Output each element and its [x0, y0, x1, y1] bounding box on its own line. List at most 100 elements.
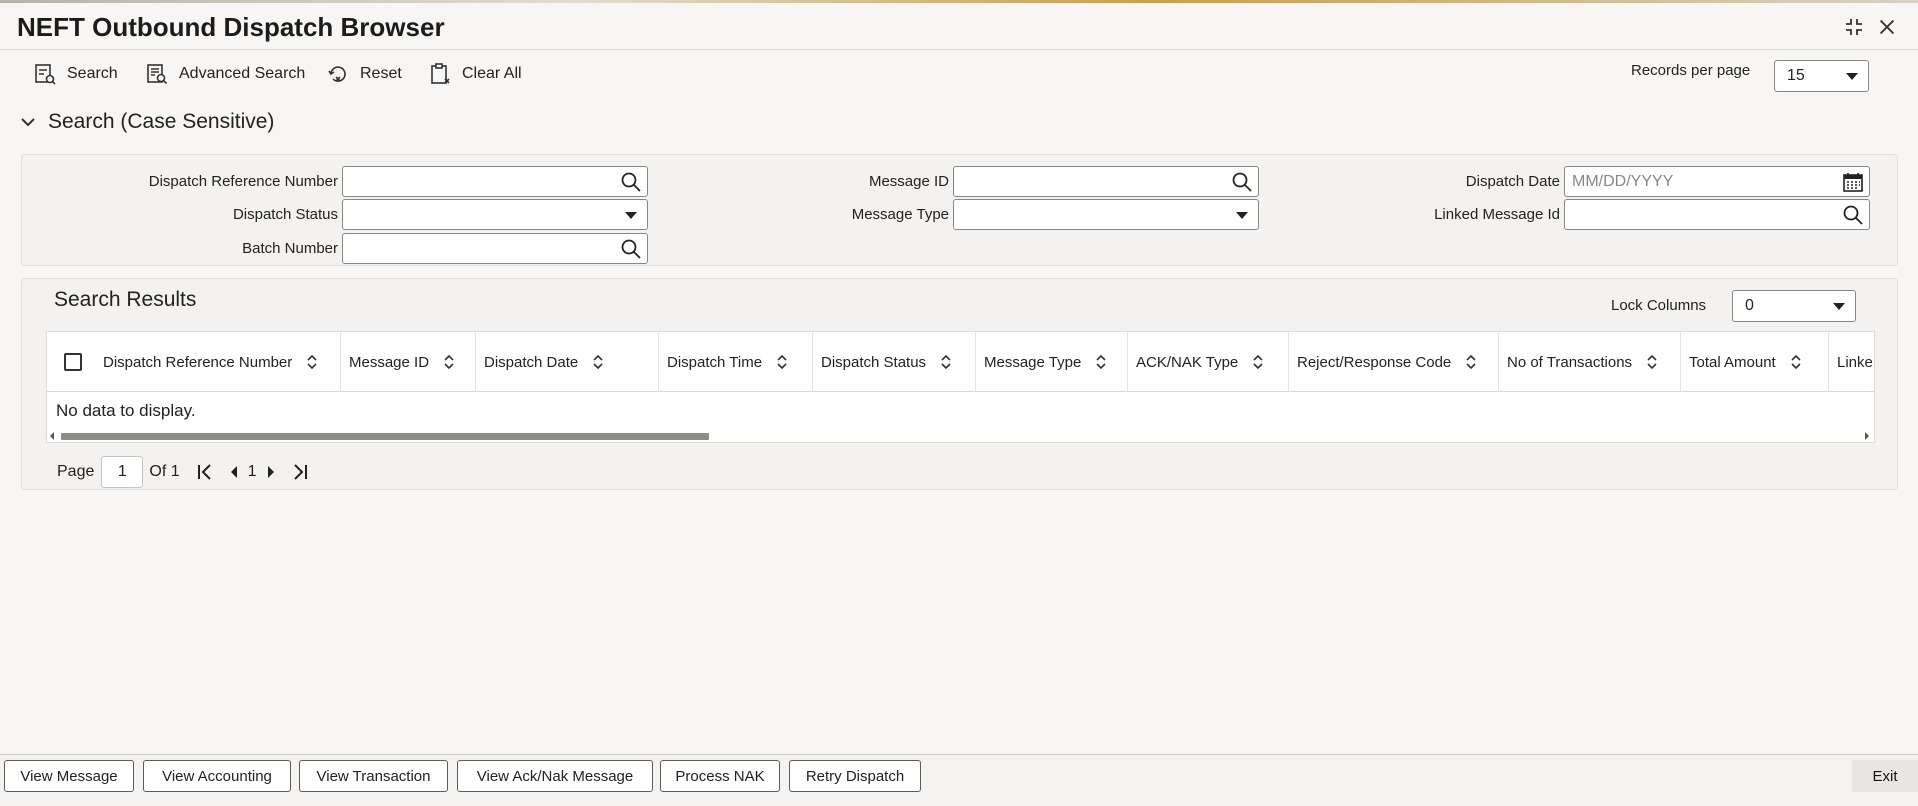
column-header-label: Linke — [1837, 353, 1873, 371]
next-page-icon[interactable] — [259, 461, 281, 483]
column-header[interactable]: Total Amount — [1681, 332, 1829, 392]
column-header-label: Reject/Response Code — [1297, 353, 1452, 371]
last-page-icon[interactable] — [289, 461, 311, 483]
column-header[interactable]: Dispatch Status — [813, 332, 976, 392]
first-page-icon[interactable] — [194, 461, 216, 483]
page-number-value: 1 — [117, 463, 127, 480]
chevron-down-icon — [21, 118, 35, 127]
batch-number-field[interactable] — [342, 233, 648, 264]
retry-dispatch-button[interactable]: Retry Dispatch — [789, 760, 921, 792]
page-title: NEFT Outbound Dispatch Browser — [17, 12, 445, 42]
dispatch-status-label: Dispatch Status — [232, 206, 338, 223]
column-header[interactable]: Dispatch Reference Number — [95, 332, 341, 392]
chevron-down-icon — [1846, 73, 1858, 80]
column-header[interactable]: Message ID — [341, 332, 476, 392]
select-all-checkbox[interactable] — [64, 353, 82, 371]
lock-columns-label: Lock Columns — [1611, 297, 1707, 314]
exit-button[interactable]: Exit — [1852, 760, 1918, 792]
scrollbar-thumb[interactable] — [61, 433, 709, 440]
page-label: Page — [57, 463, 95, 480]
column-header[interactable]: Dispatch Date — [476, 332, 659, 392]
column-header-label: Dispatch Reference Number — [103, 353, 293, 371]
column-header-label: Message ID — [349, 353, 430, 371]
chevron-down-icon — [625, 212, 637, 219]
reset-button[interactable]: Reset — [326, 60, 402, 88]
column-header[interactable]: Dispatch Time — [659, 332, 813, 392]
dispatch-date-field[interactable]: MM/DD/YYYY — [1564, 166, 1870, 197]
sort-icon — [941, 354, 951, 370]
column-header-label: No of Transactions — [1507, 353, 1633, 371]
lock-columns-value: 0 — [1745, 297, 1754, 314]
column-header-label: Dispatch Time — [667, 353, 763, 371]
sort-icon — [1791, 354, 1801, 370]
search-results-title: Search Results — [54, 288, 197, 311]
empty-state-text: No data to display. — [56, 401, 196, 420]
minimize-icon[interactable] — [1840, 13, 1868, 41]
clear-all-button[interactable]: Clear All — [428, 60, 522, 88]
dispatch-reference-number-field[interactable] — [342, 166, 648, 197]
search-icon[interactable] — [620, 171, 642, 193]
reset-icon — [328, 66, 346, 82]
search-form-icon — [35, 64, 56, 85]
search-icon[interactable] — [1231, 171, 1253, 193]
linked-message-id-label: Linked Message Id — [1434, 206, 1560, 223]
search-section-title: Search (Case Sensitive) — [48, 110, 275, 133]
scroll-left-icon[interactable] — [50, 432, 54, 440]
view-accounting-button[interactable]: View Accounting — [143, 760, 291, 792]
pagination: Page 1 Of 1 1 — [57, 455, 311, 489]
horizontal-scrollbar[interactable] — [47, 429, 1874, 442]
message-id-field[interactable] — [953, 166, 1259, 197]
clear-all-label: Clear All — [462, 65, 522, 82]
dispatch-date-placeholder: MM/DD/YYYY — [1572, 173, 1674, 190]
sort-icon — [777, 354, 787, 370]
search-icon[interactable] — [1842, 204, 1864, 226]
scroll-right-icon[interactable] — [1865, 432, 1869, 440]
calendar-icon[interactable] — [1842, 171, 1864, 193]
sort-icon — [307, 354, 317, 370]
search-icon[interactable] — [620, 238, 642, 260]
batch-number-label: Batch Number — [242, 240, 338, 257]
linked-message-id-field[interactable] — [1564, 199, 1870, 230]
view-message-button[interactable]: View Message — [4, 760, 134, 792]
process-nak-button[interactable]: Process NAK — [660, 760, 780, 792]
dispatch-status-select[interactable] — [342, 199, 648, 230]
search-section-toggle[interactable]: Search (Case Sensitive) — [20, 110, 274, 134]
search-button[interactable]: Search — [33, 60, 118, 88]
dispatch-date-label: Dispatch Date — [1465, 173, 1560, 190]
page-link[interactable]: 1 — [248, 463, 257, 481]
table-header: Dispatch Reference Number Message ID Dis… — [47, 332, 1874, 392]
records-per-page-label: Records per page — [1631, 62, 1751, 79]
footer-bar: View Message View Accounting View Transa… — [0, 754, 1918, 806]
column-header-label: ACK/NAK Type — [1136, 353, 1239, 371]
column-header[interactable]: ACK/NAK Type — [1128, 332, 1289, 392]
message-type-select[interactable] — [953, 199, 1259, 230]
message-type-label: Message Type — [851, 206, 949, 223]
message-id-label: Message ID — [868, 173, 949, 190]
results-table: Dispatch Reference Number Message ID Dis… — [46, 331, 1875, 443]
previous-page-icon[interactable] — [224, 461, 246, 483]
search-criteria-panel: Dispatch Reference Number Dispatch Statu… — [21, 154, 1898, 266]
sort-icon — [1647, 354, 1657, 370]
advanced-search-button[interactable]: Advanced Search — [145, 60, 305, 88]
chevron-down-icon — [1833, 303, 1845, 310]
page-number-input[interactable]: 1 — [101, 456, 144, 488]
lock-columns-select[interactable]: 0 — [1732, 290, 1856, 322]
column-header[interactable]: No of Transactions — [1499, 332, 1681, 392]
view-ack-nak-message-button[interactable]: View Ack/Nak Message — [457, 760, 653, 792]
view-transaction-button[interactable]: View Transaction — [299, 760, 448, 792]
chevron-down-icon — [1236, 212, 1248, 219]
column-header-label: Message Type — [984, 353, 1082, 371]
records-per-page-select[interactable]: 15 — [1774, 60, 1869, 92]
dispatch-reference-number-label: Dispatch Reference Number — [148, 173, 338, 190]
reset-label: Reset — [360, 65, 402, 82]
column-header[interactable]: Reject/Response Code — [1289, 332, 1499, 392]
column-header[interactable]: Message Type — [976, 332, 1128, 392]
clipboard-clear-icon — [431, 63, 450, 84]
close-icon[interactable] — [1873, 13, 1901, 41]
sort-icon — [444, 354, 454, 370]
column-header-label: Total Amount — [1689, 353, 1776, 371]
title-bar: NEFT Outbound Dispatch Browser — [0, 3, 1918, 50]
records-per-page-value: 15 — [1787, 67, 1805, 84]
sort-icon — [593, 354, 603, 370]
column-header[interactable]: Linke — [1829, 332, 1874, 392]
